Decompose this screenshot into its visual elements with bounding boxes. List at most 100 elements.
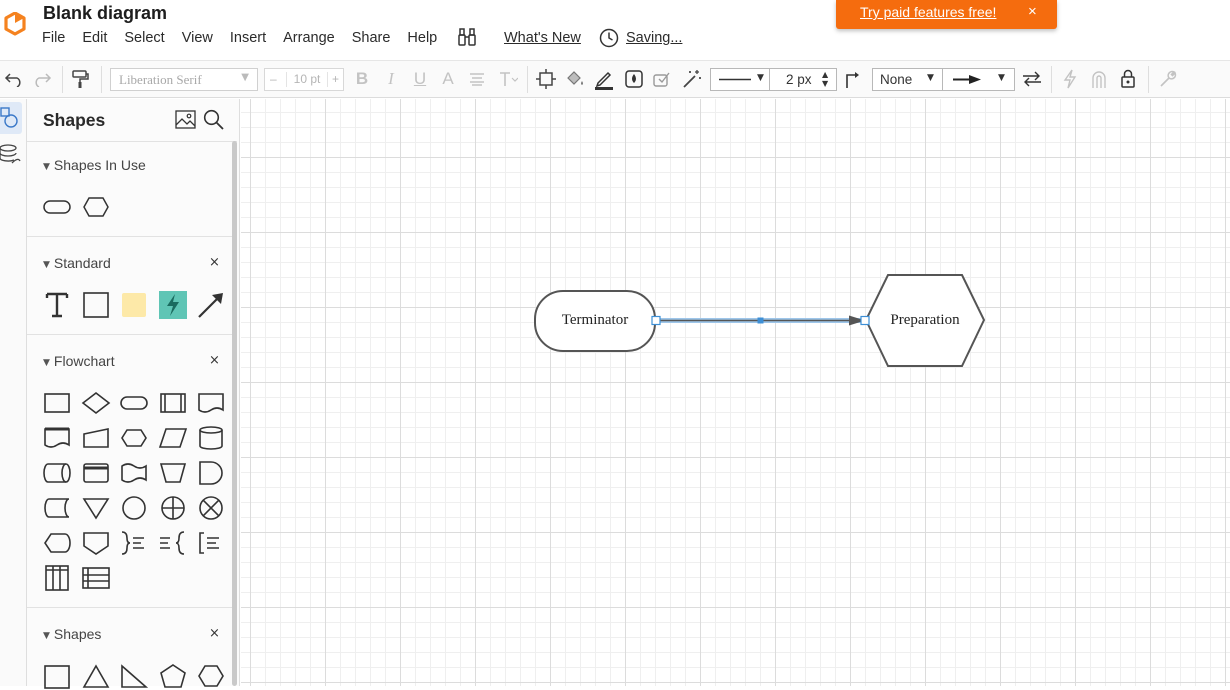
flowchart-summing-junction[interactable] — [196, 494, 226, 522]
menu-share[interactable]: Share — [352, 29, 391, 49]
section-header-shapes-in-use[interactable]: ▼ Shapes In Use — [43, 157, 146, 173]
flowchart-delay[interactable] — [196, 459, 226, 487]
shape-text[interactable] — [42, 291, 72, 319]
shapes-tab-icon[interactable] — [0, 102, 22, 134]
shape-terminator[interactable] — [42, 193, 72, 221]
data-linking-icon[interactable] — [0, 143, 22, 167]
flowchart-terminator[interactable] — [119, 389, 149, 417]
flowchart-merge[interactable] — [81, 494, 111, 522]
flowchart-multiple-documents[interactable] — [42, 424, 72, 452]
node-preparation[interactable]: Preparation — [864, 274, 986, 367]
node-terminator[interactable]: Terminator — [534, 290, 656, 352]
arrow-start-select[interactable]: None ▼ — [872, 68, 943, 91]
lock-icon[interactable] — [1117, 67, 1139, 91]
flowchart-direct-access-storage[interactable] — [42, 459, 72, 487]
format-painter-icon[interactable] — [68, 67, 92, 91]
clock-icon[interactable] — [599, 28, 619, 48]
bold-icon[interactable]: B — [352, 67, 372, 91]
close-section-button[interactable]: × — [209, 353, 220, 368]
menu-insert[interactable]: Insert — [230, 29, 266, 49]
underline-icon[interactable]: U — [410, 67, 430, 91]
magnet-icon[interactable] — [1088, 67, 1110, 91]
shape-action-button[interactable] — [158, 291, 188, 319]
flowchart-process[interactable] — [42, 389, 72, 417]
font-size-decrease-button[interactable]: – — [270, 72, 277, 86]
font-family-select[interactable]: Liberation Serif ▼ — [110, 68, 258, 91]
shape-hexagon[interactable] — [81, 193, 111, 221]
opacity-icon[interactable] — [623, 67, 645, 91]
swap-arrows-icon[interactable] — [1020, 67, 1044, 91]
flowchart-database[interactable] — [196, 424, 226, 452]
font-size-stepper[interactable]: – 10 pt + — [264, 68, 344, 91]
flowchart-document[interactable] — [196, 389, 226, 417]
text-options-icon[interactable] — [497, 67, 519, 91]
flowchart-comment[interactable] — [196, 529, 226, 557]
flowchart-annotation-left[interactable] — [158, 529, 188, 557]
section-header-flowchart[interactable]: ▼ Flowchart — [43, 353, 115, 369]
flowchart-display[interactable] — [42, 529, 72, 557]
flowchart-manual-operation[interactable] — [158, 459, 188, 487]
connector-line[interactable] — [651, 315, 870, 326]
flowchart-paper-tape[interactable] — [119, 459, 149, 487]
flowchart-decision[interactable] — [81, 389, 111, 417]
wrench-icon[interactable] — [1156, 67, 1180, 91]
flowchart-horizontal-swimlane[interactable] — [81, 564, 111, 592]
save-status[interactable]: Saving... — [626, 30, 682, 46]
menu-arrange[interactable]: Arrange — [283, 29, 335, 49]
flowchart-connector[interactable] — [119, 494, 149, 522]
lucidchart-logo-icon[interactable] — [4, 11, 26, 36]
flowchart-off-page-reference[interactable] — [81, 529, 111, 557]
elbow-line-icon[interactable] — [842, 67, 864, 91]
menu-help[interactable]: Help — [407, 29, 437, 49]
flowchart-internal-storage[interactable] — [81, 459, 111, 487]
close-section-button[interactable]: × — [209, 255, 220, 270]
flowchart-stored-data[interactable] — [42, 494, 72, 522]
shape-sticky-note[interactable] — [119, 291, 149, 319]
flowchart-vertical-swimlane[interactable] — [42, 564, 72, 592]
lightning-icon[interactable] — [1059, 67, 1081, 91]
flowchart-or[interactable] — [158, 494, 188, 522]
line-width-stepper[interactable]: 2 px ▲ ▼ — [769, 68, 837, 91]
flowchart-manual-input[interactable] — [81, 424, 111, 452]
redo-icon[interactable] — [31, 67, 53, 91]
magic-wand-icon[interactable] — [680, 67, 704, 91]
undo-icon[interactable] — [3, 67, 25, 91]
section-header-standard[interactable]: ▼ Standard — [43, 255, 111, 271]
close-section-button[interactable]: × — [209, 626, 220, 641]
image-icon[interactable] — [175, 110, 196, 129]
connector-end-handle[interactable] — [860, 315, 870, 326]
font-size-value[interactable]: 10 pt — [286, 72, 328, 87]
diagram-canvas[interactable]: Terminator Preparation — [241, 99, 1230, 686]
flowchart-data[interactable] — [158, 424, 188, 452]
panel-scrollbar[interactable] — [232, 141, 237, 686]
connector-start-handle[interactable] — [651, 315, 661, 326]
text-color-icon[interactable]: A — [438, 67, 458, 91]
flowchart-preparation[interactable] — [119, 424, 149, 452]
shape-arrow-line[interactable] — [196, 291, 226, 319]
line-color-icon[interactable] — [593, 67, 615, 91]
section-header-shapes[interactable]: ▼ Shapes — [43, 626, 101, 642]
shape-rectangle[interactable] — [81, 291, 111, 319]
arrow-end-select[interactable]: ▼ — [942, 68, 1015, 91]
menu-view[interactable]: View — [182, 29, 213, 49]
font-size-increase-button[interactable]: + — [332, 72, 339, 86]
connector-midpoint-handle[interactable] — [757, 317, 764, 324]
promo-link[interactable]: Try paid features free! — [860, 4, 996, 20]
align-icon[interactable] — [467, 67, 487, 91]
flowchart-predefined-process[interactable] — [158, 389, 188, 417]
binoculars-icon[interactable] — [456, 27, 478, 47]
menu-file[interactable]: File — [42, 29, 65, 49]
fill-bucket-icon[interactable] — [564, 67, 586, 91]
menu-select[interactable]: Select — [124, 29, 164, 49]
promo-close-button[interactable]: × — [1028, 3, 1037, 20]
line-style-select[interactable]: ▼ — [710, 68, 770, 91]
flowchart-annotation-right[interactable] — [119, 529, 149, 557]
search-icon[interactable] — [203, 109, 224, 130]
whats-new-link[interactable]: What's New — [504, 30, 581, 46]
document-title[interactable]: Blank diagram — [43, 3, 167, 24]
stepper-arrows-icon[interactable]: ▲ ▼ — [822, 70, 828, 88]
shape-select-icon[interactable] — [535, 67, 557, 91]
shadow-icon[interactable] — [651, 67, 673, 91]
menu-edit[interactable]: Edit — [82, 29, 107, 49]
italic-icon[interactable]: I — [381, 67, 401, 91]
